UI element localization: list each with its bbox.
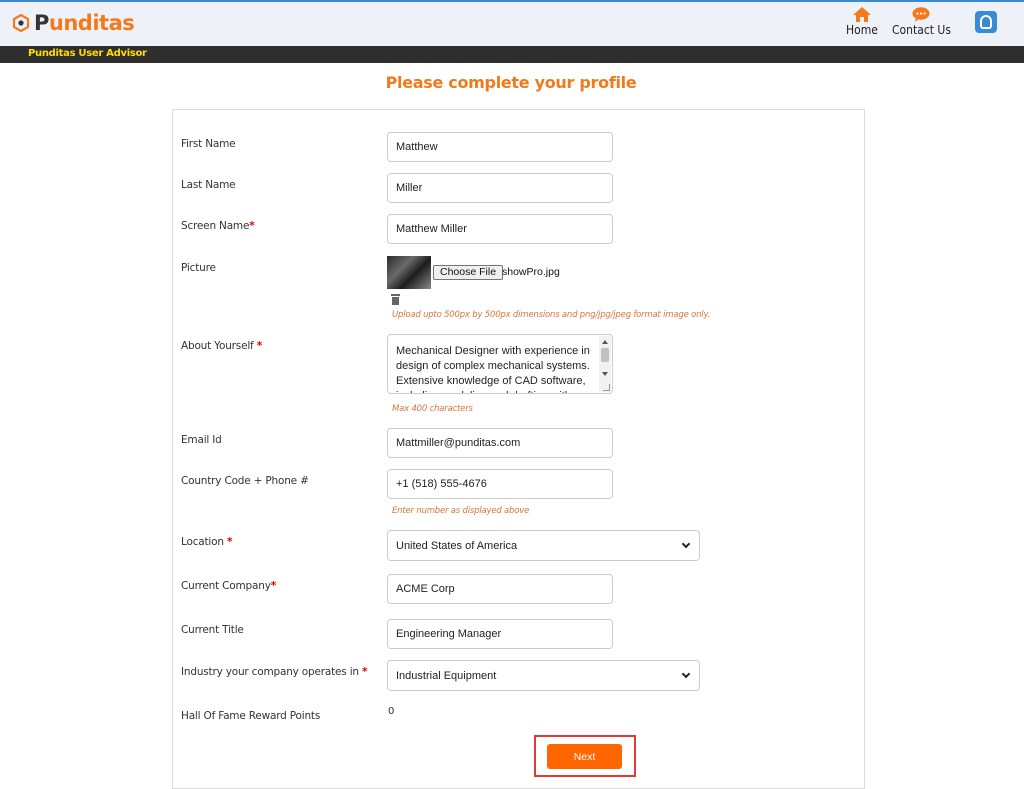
picture-label: Picture — [181, 262, 216, 274]
first-name-input[interactable] — [387, 132, 613, 162]
logo-text: Punditas — [34, 11, 135, 35]
company-label: Current Company* — [181, 580, 276, 592]
scroll-down-arrow[interactable] — [602, 372, 608, 376]
user-icon[interactable] — [975, 11, 997, 33]
resize-handle[interactable] — [603, 384, 610, 391]
page-title: Please complete your profile — [385, 73, 637, 92]
reward-points-value: 0 — [388, 706, 395, 717]
advisor-label: Punditas User Advisor — [28, 48, 147, 59]
scroll-up-arrow[interactable] — [602, 340, 608, 344]
choose-file-button[interactable]: Choose File — [433, 265, 504, 280]
title-label: Current Title — [181, 624, 244, 636]
chosen-file-name: showPro.jpg — [502, 266, 560, 278]
phone-label: Country Code + Phone # — [181, 475, 309, 487]
trash-lid — [391, 294, 400, 296]
company-input[interactable] — [387, 574, 613, 604]
nav-home[interactable]: Home — [846, 7, 878, 37]
last-name-input[interactable] — [387, 173, 613, 203]
phone-input[interactable] — [387, 469, 613, 499]
email-label: Email Id — [181, 434, 222, 446]
company-label-text: Current Company — [181, 580, 271, 592]
phone-hint: Enter number as displayed above — [392, 506, 530, 516]
industry-label-text: Industry your company operates in — [181, 666, 363, 678]
screen-name-input[interactable] — [387, 214, 613, 244]
sub-header-bar: Punditas User Advisor — [0, 46, 1024, 63]
industry-select[interactable]: Industrial Equipment — [387, 660, 700, 691]
screen-name-label: Screen Name* — [181, 220, 255, 232]
chevron-down-icon — [681, 669, 691, 678]
chat-icon — [912, 7, 930, 22]
next-button[interactable]: Next — [547, 744, 622, 769]
required-marker: * — [270, 580, 277, 592]
picture-hint: Upload upto 500px by 500px dimensions an… — [392, 310, 711, 320]
logo-icon — [12, 14, 30, 32]
profile-picture-thumbnail — [387, 256, 431, 289]
trash-bin — [392, 297, 399, 305]
location-selected-value: United States of America — [396, 539, 518, 552]
industry-selected-value: Industrial Equipment — [396, 669, 497, 682]
location-select[interactable]: United States of America — [387, 530, 700, 561]
last-name-label: Last Name — [181, 179, 236, 191]
industry-label: Industry your company operates in * — [181, 666, 368, 678]
required-marker: * — [249, 220, 255, 232]
location-label-text: Location — [181, 536, 227, 548]
location-label: Location * — [181, 536, 232, 548]
scroll-thumb[interactable] — [601, 348, 609, 362]
top-header: Punditas Home Contact Us — [0, 0, 1024, 46]
logo[interactable]: Punditas — [12, 11, 135, 35]
nav-contact-us[interactable]: Contact Us — [892, 7, 951, 37]
required-marker: * — [362, 666, 368, 678]
about-label-text: About Yourself — [181, 340, 257, 352]
reward-points-label: Hall Of Fame Reward Points — [181, 710, 321, 722]
title-input[interactable] — [387, 619, 613, 649]
nav-contact-label: Contact Us — [892, 23, 951, 37]
email-input[interactable] — [387, 428, 613, 458]
user-icon-ring — [980, 15, 992, 29]
about-text: Mechanical Designer with experience in d… — [396, 345, 590, 393]
required-marker: * — [226, 536, 233, 548]
about-hint: Max 400 characters — [392, 404, 473, 414]
first-name-label: First Name — [181, 138, 236, 150]
chevron-down-icon — [681, 539, 691, 548]
nav-home-label: Home — [846, 23, 878, 37]
home-icon — [852, 7, 871, 22]
required-marker: * — [256, 340, 263, 352]
about-textarea[interactable]: Mechanical Designer with experience in d… — [387, 334, 613, 394]
screen-name-label-text: Screen Name — [181, 220, 250, 232]
about-label: About Yourself * — [181, 340, 262, 352]
trash-icon[interactable] — [391, 294, 400, 305]
